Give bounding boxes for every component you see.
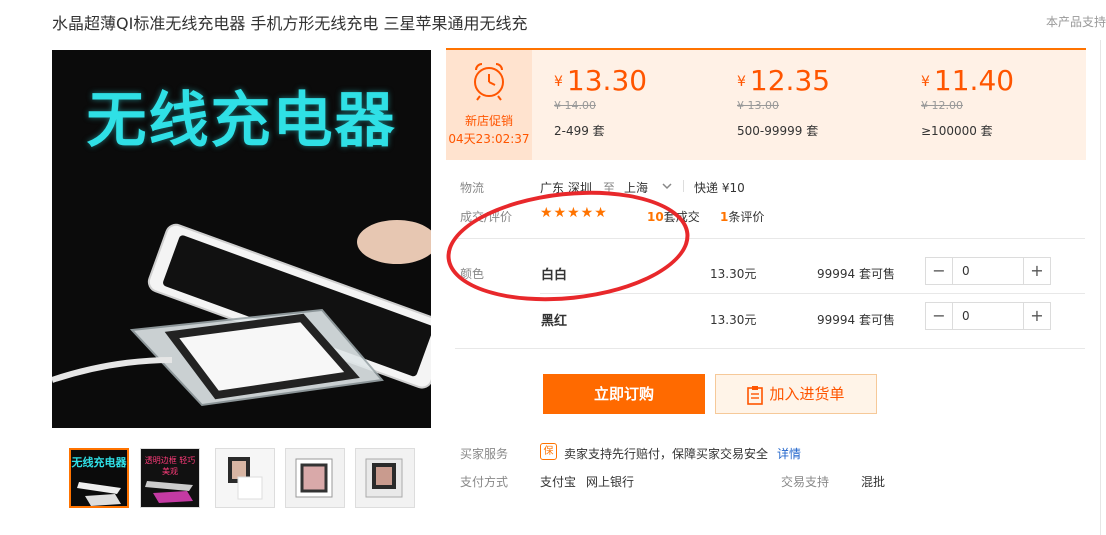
decrement-button[interactable]: − (926, 303, 953, 329)
destination-select[interactable]: 上海 (624, 176, 676, 196)
deals-count[interactable]: 10套成交 (647, 208, 700, 225)
charger-illustration (52, 220, 431, 407)
thumbnail-5[interactable] (355, 448, 415, 508)
price-tier-1: ¥13.30 ¥ 14.00 2-499 套 (554, 64, 647, 139)
currency-symbol: ¥ (737, 74, 746, 90)
price-tier-2: ¥12.35 ¥ 13.00 500-99999 套 (737, 64, 830, 139)
quantity-stepper: − 0 + (925, 257, 1051, 285)
price-tier-3: ¥11.40 ¥ 12.00 ≥100000 套 (921, 64, 1014, 139)
deals-suffix: 套成交 (663, 210, 700, 224)
logistics-label: 物流 (460, 181, 485, 195)
color-label: 颜色 (460, 267, 485, 281)
express-fee: 快递 ¥10 (694, 181, 745, 195)
trade-support-value: 混批 (861, 475, 886, 489)
deals-number: 10 (647, 210, 664, 224)
logistics-to-word: 至 (603, 181, 616, 195)
product-title: 水晶超薄QI标准无线充电器 手机方形无线充电 三星苹果通用无线充 (52, 14, 528, 33)
chevron-down-icon (662, 183, 672, 190)
quantity-stepper: − 0 + (925, 302, 1051, 330)
alarm-clock-icon (474, 63, 504, 101)
cart-button-label: 加入进货单 (769, 385, 845, 403)
details-link[interactable]: 详情 (777, 445, 801, 462)
variant-price: 13.30元 (710, 313, 757, 327)
tier-price: ¥11.40 (921, 64, 1014, 97)
divider (455, 238, 1085, 239)
variant-name: 黑红 (541, 314, 568, 329)
thumbnail-graphic (145, 481, 193, 503)
reviews-label: 成交/评价 (460, 210, 513, 224)
thumbnail-graphic (365, 458, 403, 498)
reviews-suffix: 条评价 (728, 210, 765, 224)
variant-stock: 99994 套可售 (817, 313, 895, 327)
payment-method: 网上银行 (586, 475, 635, 489)
divider (540, 293, 1085, 294)
tier-old-price: ¥ 13.00 (737, 99, 779, 112)
guarantee-badge-icon: 保 (540, 443, 557, 460)
logistics-from: 广东 深圳 (540, 181, 592, 195)
tier-price-value: 11.40 (933, 64, 1015, 97)
destination-value: 上海 (624, 181, 649, 195)
thumbnail-4[interactable] (285, 448, 345, 508)
tier-quantity-range: 2-499 套 (554, 124, 605, 138)
tier-price-value: 12.35 (749, 64, 831, 97)
divider (455, 348, 1085, 349)
trade-support-label: 交易支持 (781, 475, 830, 489)
payment-label: 支付方式 (460, 475, 509, 489)
main-product-image: 无线充电器 (52, 50, 431, 428)
tier-price: ¥12.35 (737, 64, 830, 97)
payment-method: 支付宝 (540, 475, 577, 489)
rating-stars-icon: ★★★★★ (540, 205, 608, 221)
decrement-button[interactable]: − (926, 258, 953, 284)
currency-symbol: ¥ (921, 74, 930, 90)
support-text[interactable]: 本产品支持 (1046, 13, 1106, 30)
buy-now-button[interactable]: 立即订购 (543, 374, 705, 414)
separator (683, 180, 684, 192)
increment-button[interactable]: + (1023, 303, 1050, 329)
thumbnail-2[interactable]: 透明边框 轻巧美观 (140, 448, 200, 508)
reviews-count[interactable]: 1条评价 (720, 208, 764, 225)
thumbnail-1[interactable]: 无线充电器 (69, 448, 129, 508)
services-label: 买家服务 (460, 447, 509, 461)
clipboard-icon (747, 385, 764, 405)
services-text: 卖家支持先行赔付，保障买家交易安全 (564, 447, 769, 461)
quantity-input[interactable]: 0 (962, 258, 970, 284)
increment-button[interactable]: + (1023, 258, 1050, 284)
promo-label: 新店促销 (464, 114, 513, 128)
divider (1100, 40, 1101, 535)
quantity-input[interactable]: 0 (962, 303, 970, 329)
tier-quantity-range: ≥100000 套 (921, 124, 993, 138)
tier-price-value: 13.30 (566, 64, 648, 97)
thumbnail-3[interactable] (215, 448, 275, 508)
tier-price: ¥13.30 (554, 64, 647, 97)
currency-symbol: ¥ (554, 74, 563, 90)
thumbnail-graphic (295, 458, 333, 498)
tier-old-price: ¥ 12.00 (921, 99, 963, 112)
thumbnail-graphic (77, 482, 121, 506)
tier-old-price: ¥ 14.00 (554, 99, 596, 112)
variant-stock: 99994 套可售 (817, 267, 895, 281)
add-to-purchase-list-button[interactable]: 加入进货单 (715, 374, 877, 414)
variant-name: 白白 (541, 268, 568, 283)
promo-timer: 04天23:02:37 (448, 132, 530, 146)
tier-quantity-range: 500-99999 套 (737, 124, 819, 138)
thumbnail-graphic (228, 457, 263, 500)
variant-price: 13.30元 (710, 267, 757, 281)
